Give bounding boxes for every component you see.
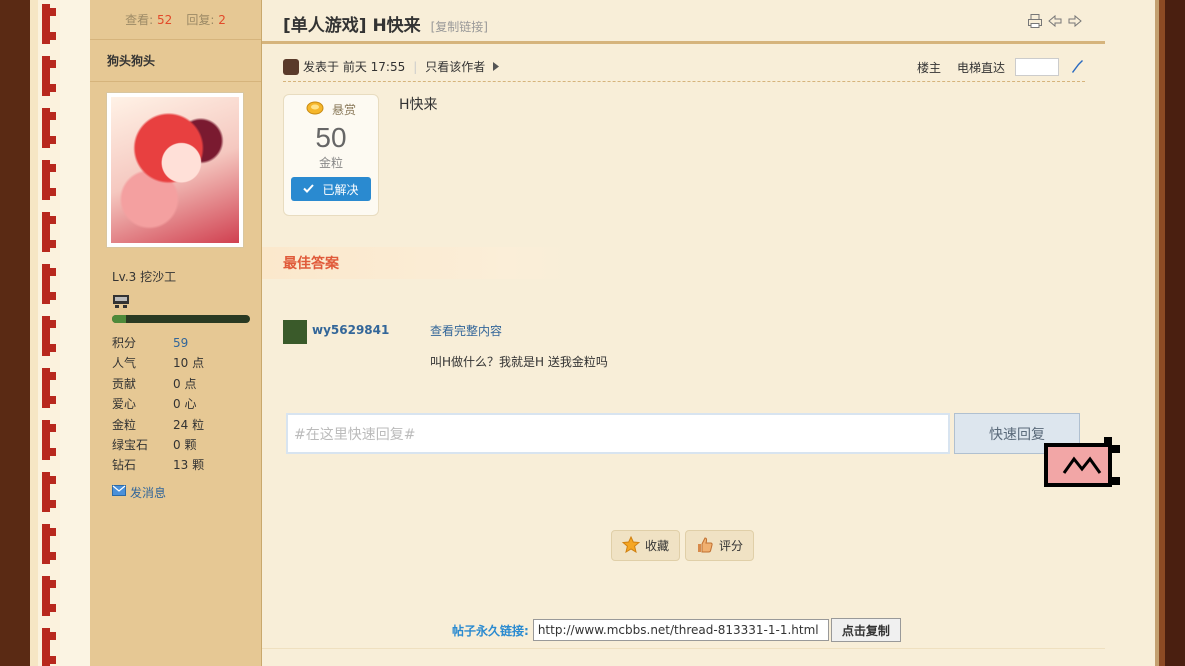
author-name[interactable]: 狗头狗头 bbox=[90, 40, 261, 82]
author-sidebar: 查看: 52 回复: 2 狗头狗头 Lv.3 挖沙工 积分 59 人气 10 点 贡… bbox=[90, 0, 262, 666]
prev-thread-icon[interactable] bbox=[1047, 13, 1063, 29]
level-progress-bar bbox=[112, 315, 250, 323]
thread-title-text: [单人游戏] H快来 bbox=[283, 16, 421, 36]
next-thread-icon[interactable] bbox=[1067, 13, 1083, 29]
permalink-label: 帖子永久链接: bbox=[452, 623, 529, 638]
replies-label: 回复: bbox=[186, 13, 215, 27]
stat-value: 0 颗 bbox=[173, 438, 197, 453]
rate-button[interactable]: 评分 bbox=[685, 530, 755, 561]
print-icon[interactable] bbox=[1027, 13, 1043, 29]
solved-badge: 已解决 bbox=[291, 177, 371, 201]
stat-key: 钻石 bbox=[112, 458, 137, 473]
stat-key: 绿宝石 bbox=[112, 438, 149, 453]
bounty-card: 悬赏 50 金粒 已解决 bbox=[283, 94, 379, 216]
bounty-unit: 金粒 bbox=[318, 156, 343, 170]
answer-username[interactable]: wy5629841 bbox=[312, 323, 389, 337]
left-decorative-border bbox=[0, 0, 90, 666]
stat-key: 积分 bbox=[112, 336, 137, 350]
solved-label: 已解决 bbox=[322, 182, 359, 197]
elevator-input[interactable] bbox=[1015, 58, 1059, 76]
envelope-icon bbox=[112, 485, 126, 499]
caret-right-icon bbox=[493, 60, 500, 74]
avatar-image bbox=[111, 97, 239, 243]
views-label: 查看: bbox=[125, 13, 154, 27]
user-level: Lv.3 挖沙工 bbox=[112, 270, 177, 284]
best-answer-heading: 最佳答案 bbox=[262, 247, 572, 279]
answer-user-avatar[interactable] bbox=[283, 320, 307, 344]
user-stats-table: 积分 59 人气 10 点 贡献 0 点 爱心 0 心 金粒 24 粒 绿宝石 0 颗 钻石… bbox=[112, 333, 261, 476]
elevator-label: 电梯直达 bbox=[956, 60, 1005, 75]
coin-icon bbox=[306, 101, 324, 118]
stat-value: 0 心 bbox=[173, 397, 197, 412]
send-message-label: 发消息 bbox=[130, 485, 167, 500]
bounty-amount: 50 bbox=[315, 122, 347, 153]
best-answer-text: 叫H做什么？我就是H 送我金粒吗 bbox=[430, 355, 608, 369]
favorite-label: 收藏 bbox=[645, 539, 670, 553]
title-bar: [单人游戏] H快来 [复制链接] bbox=[262, 0, 1105, 44]
thread-title: [单人游戏] H快来 [复制链接] bbox=[283, 11, 488, 36]
send-message-link[interactable]: 发消息 bbox=[112, 484, 261, 501]
permalink-bar: 帖子永久链接: http://www.mcbbs.net/thread-8133… bbox=[452, 618, 901, 642]
copy-link-button[interactable]: [复制链接] bbox=[431, 20, 488, 34]
stat-key: 人气 bbox=[112, 356, 137, 371]
stat-key: 金粒 bbox=[112, 417, 137, 432]
post-time: 发表于 前天 17:55 bbox=[303, 60, 406, 74]
stat-value[interactable]: 59 bbox=[173, 333, 188, 353]
pink-flag-icon bbox=[1044, 437, 1120, 496]
stat-value: 13 颗 bbox=[173, 458, 205, 473]
post-meta: 发表于 前天 17:55 | 只看该作者 楼主 电梯直达 bbox=[283, 52, 1085, 82]
thumbs-up-icon bbox=[696, 536, 714, 556]
stat-value: 24 粒 bbox=[173, 417, 205, 432]
next-post-divider bbox=[262, 648, 1105, 666]
stat-value: 0 点 bbox=[173, 376, 197, 391]
rate-label: 评分 bbox=[719, 539, 744, 553]
only-author-link[interactable]: 只看该作者 bbox=[425, 58, 485, 75]
online-status-icon bbox=[283, 58, 299, 75]
permalink-url-field[interactable]: http://www.mcbbs.net/thread-813331-1-1.h… bbox=[532, 619, 829, 641]
views-count: 52 bbox=[157, 13, 173, 27]
bounty-label: 悬赏 bbox=[331, 103, 356, 117]
floor-label: 楼主 bbox=[916, 60, 941, 75]
right-decorative-border bbox=[1125, 0, 1185, 666]
copy-permalink-button[interactable]: 点击复制 bbox=[830, 618, 901, 642]
stat-key: 贡献 bbox=[112, 376, 137, 391]
quick-reply-input[interactable]: #在这里快速回复# bbox=[286, 413, 950, 454]
post-main: [单人游戏] H快来 [复制链接] 发表于 前天 17:55 | 只看该作者 楼… bbox=[262, 0, 1120, 666]
view-full-answer-link[interactable]: 查看完整内容 bbox=[430, 322, 502, 339]
jump-go-icon[interactable] bbox=[1069, 58, 1085, 77]
star-icon bbox=[621, 535, 641, 556]
stat-key: 爱心 bbox=[112, 397, 137, 412]
stat-value: 10 点 bbox=[173, 356, 205, 371]
minecart-badge-icon bbox=[112, 293, 130, 309]
replies-count: 2 bbox=[218, 13, 226, 27]
avatar[interactable] bbox=[106, 92, 244, 248]
favorite-button[interactable]: 收藏 bbox=[611, 530, 681, 561]
thread-stats: 查看: 52 回复: 2 bbox=[90, 0, 261, 40]
post-body: H快来 bbox=[399, 97, 438, 113]
check-icon bbox=[303, 182, 315, 196]
meta-divider: | bbox=[413, 59, 418, 74]
